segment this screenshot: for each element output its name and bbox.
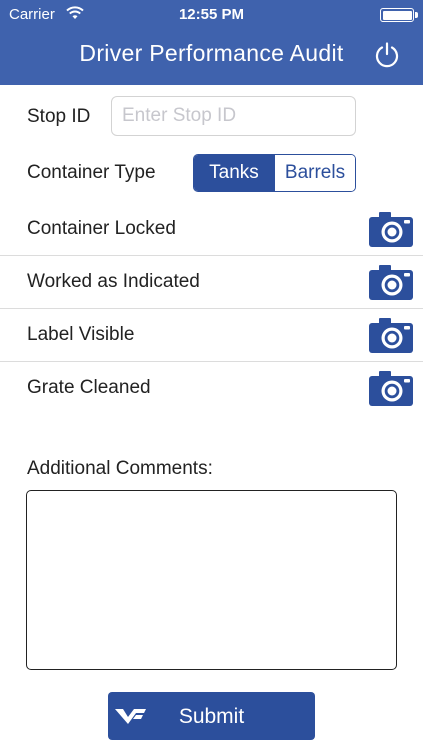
nav-header: Carrier 12:55 PM Driver Performance Audi… xyxy=(0,0,423,85)
submit-label: Submit xyxy=(178,705,245,728)
container-type-label: Container Type xyxy=(27,162,156,183)
check-row-worked-as-indicated: Worked as Indicated xyxy=(0,256,423,309)
status-bar: Carrier 12:55 PM xyxy=(0,0,423,28)
segment-barrels[interactable]: Barrels xyxy=(274,155,355,191)
container-type-segmented-control: Tanks Barrels xyxy=(193,154,356,192)
camera-icon[interactable] xyxy=(369,264,413,300)
power-icon[interactable] xyxy=(373,41,401,69)
camera-icon[interactable] xyxy=(369,211,413,247)
check-label: Label Visible xyxy=(27,324,135,345)
comments-label: Additional Comments: xyxy=(27,458,213,479)
submit-button[interactable]: Submit xyxy=(108,692,315,740)
battery-icon xyxy=(380,8,418,22)
check-row-grate-cleaned: Grate Cleaned xyxy=(0,362,423,415)
comments-textarea[interactable] xyxy=(26,490,397,670)
segment-tanks[interactable]: Tanks xyxy=(194,155,274,191)
status-time: 12:55 PM xyxy=(178,6,245,23)
check-label: Worked as Indicated xyxy=(27,271,200,292)
stop-id-label: Stop ID xyxy=(27,106,91,127)
check-label: Container Locked xyxy=(27,218,176,239)
check-row-container-locked: Container Locked xyxy=(0,203,423,256)
page-title: Driver Performance Audit xyxy=(79,40,344,66)
check-row-label-visible: Label Visible xyxy=(0,309,423,362)
camera-icon[interactable] xyxy=(369,370,413,406)
check-label: Grate Cleaned xyxy=(27,377,151,398)
stop-id-input[interactable] xyxy=(111,96,356,136)
camera-icon[interactable] xyxy=(369,317,413,353)
